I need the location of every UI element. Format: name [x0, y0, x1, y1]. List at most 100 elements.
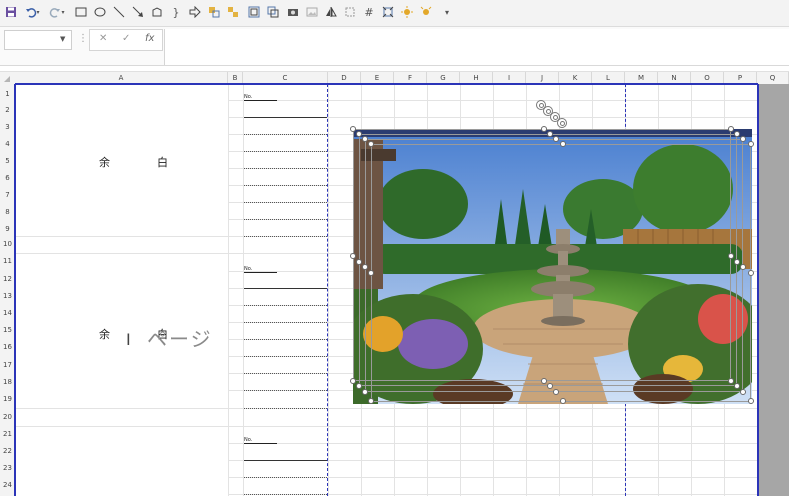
row-header[interactable]: 2 [0, 106, 15, 114]
row-header[interactable]: 22 [0, 447, 15, 455]
resize-handle[interactable] [734, 131, 740, 137]
row-header[interactable]: 10 [0, 240, 15, 248]
resize-handle[interactable] [362, 389, 368, 395]
yohaku-label: 余 白 [99, 156, 186, 169]
resize-handle[interactable] [728, 253, 734, 259]
row-header[interactable]: 23 [0, 464, 15, 472]
camera-icon[interactable] [284, 3, 302, 21]
grid-line [15, 426, 228, 427]
align-icon[interactable] [245, 3, 263, 21]
resize-handle[interactable] [553, 136, 559, 142]
row-header[interactable]: 21 [0, 430, 15, 438]
resize-handle[interactable] [541, 126, 547, 132]
resize-handle[interactable] [356, 131, 362, 137]
resize-handle[interactable] [740, 389, 746, 395]
resize-handle[interactable] [368, 141, 374, 147]
garden-fountain-photo[interactable] [353, 129, 752, 404]
fit-icon[interactable] [379, 3, 397, 21]
dotted-line [244, 373, 327, 374]
confirm-icon[interactable]: ✓ [122, 33, 130, 44]
row-header[interactable]: 5 [0, 157, 15, 165]
row-header[interactable]: 16 [0, 343, 15, 351]
row-header[interactable]: 13 [0, 292, 15, 300]
column-header[interactable]: Q [757, 72, 789, 84]
resize-handle[interactable] [350, 253, 356, 259]
resize-handle[interactable] [362, 136, 368, 142]
arrow-line-icon[interactable] [129, 3, 147, 21]
resize-handle[interactable] [748, 270, 754, 276]
resize-handle[interactable] [734, 259, 740, 265]
resize-handle[interactable] [553, 389, 559, 395]
resize-handle[interactable] [547, 131, 553, 137]
resize-handle[interactable] [748, 141, 754, 147]
row-header[interactable]: 6 [0, 174, 15, 182]
resize-handle[interactable] [350, 126, 356, 132]
page-watermark: ページ [147, 327, 213, 351]
select-all-icon[interactable] [4, 76, 10, 82]
resize-handle[interactable] [740, 136, 746, 142]
row-header[interactable]: 19 [0, 395, 15, 403]
resize-handle[interactable] [748, 398, 754, 404]
resize-handle[interactable] [734, 383, 740, 389]
row-header[interactable]: 15 [0, 326, 15, 334]
ellipse-icon[interactable] [91, 3, 109, 21]
row-header[interactable]: 17 [0, 361, 15, 369]
shape-icon[interactable] [148, 3, 166, 21]
resize-handle[interactable] [356, 383, 362, 389]
page-boundary-left [14, 84, 16, 496]
rotate-handle-icon[interactable] [557, 118, 567, 128]
grid-line [328, 84, 329, 496]
crop-icon[interactable] [341, 3, 359, 21]
redo-dropdown-icon[interactable]: ▾ [59, 3, 67, 21]
cancel-icon[interactable]: ✕ [99, 33, 107, 44]
resize-handle[interactable] [728, 126, 734, 132]
chevron-down-icon[interactable]: ▼ [60, 35, 65, 43]
line-icon[interactable] [110, 3, 128, 21]
function-icon[interactable]: fx [145, 33, 154, 44]
resize-handle[interactable] [547, 383, 553, 389]
resize-handle[interactable] [368, 270, 374, 276]
group-icon[interactable] [205, 3, 223, 21]
row-header[interactable]: 11 [0, 257, 15, 265]
underline [244, 117, 327, 118]
row-header[interactable]: 3 [0, 123, 15, 131]
resize-handle[interactable] [356, 259, 362, 265]
row-header[interactable]: 4 [0, 140, 15, 148]
effect-icon[interactable] [398, 3, 416, 21]
formula-input[interactable] [164, 29, 789, 65]
bring-forward-icon[interactable] [264, 3, 282, 21]
row-header[interactable]: 8 [0, 208, 15, 216]
image-icon[interactable] [303, 3, 321, 21]
row-header[interactable]: 9 [0, 225, 15, 233]
row-header[interactable]: 7 [0, 191, 15, 199]
row-header[interactable]: 20 [0, 413, 15, 421]
underline [244, 460, 327, 461]
undo-dropdown-icon[interactable]: ▾ [34, 3, 42, 21]
row-header[interactable]: 18 [0, 378, 15, 386]
dotted-line [244, 236, 327, 237]
row-header[interactable]: 1 [0, 90, 15, 98]
effect2-icon[interactable] [417, 3, 435, 21]
rectangle-icon[interactable] [72, 3, 90, 21]
resize-handle[interactable] [560, 141, 566, 147]
more-icon[interactable]: ▾ [438, 3, 456, 21]
resize-icon[interactable]: # [360, 3, 378, 21]
dotted-line [244, 185, 327, 186]
row-header[interactable]: 24 [0, 481, 15, 489]
resize-handle[interactable] [362, 264, 368, 270]
resize-handle[interactable] [350, 378, 356, 384]
row-header[interactable]: 14 [0, 309, 15, 317]
page-boundary-right [757, 84, 759, 496]
resize-handle[interactable] [740, 264, 746, 270]
save-icon[interactable] [2, 3, 20, 21]
grid-line [15, 236, 228, 237]
resize-handle[interactable] [728, 378, 734, 384]
resize-handle[interactable] [368, 398, 374, 404]
bracket-icon[interactable]: } [167, 3, 185, 21]
block-arrow-icon[interactable] [186, 3, 204, 21]
resize-handle[interactable] [560, 398, 566, 404]
ungroup-icon[interactable] [224, 3, 242, 21]
flip-icon[interactable] [322, 3, 340, 21]
row-header[interactable]: 12 [0, 275, 15, 283]
resize-handle[interactable] [541, 378, 547, 384]
